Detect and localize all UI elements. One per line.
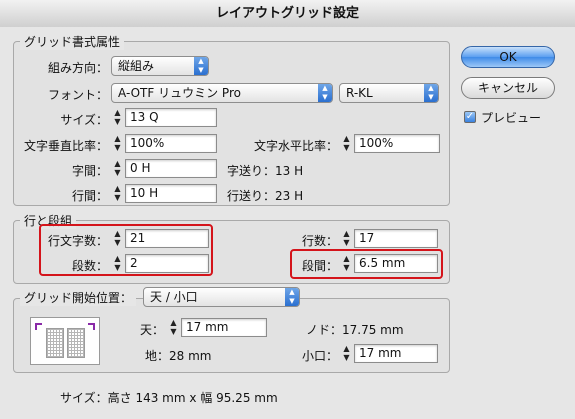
char-spacing-field[interactable]: 0 H — [125, 159, 217, 178]
preview-label: プレビュー — [481, 111, 542, 125]
koguchi-field[interactable]: 17 mm — [354, 344, 438, 363]
font-label: フォント： — [47, 88, 108, 102]
vscale-field[interactable]: 100% — [125, 134, 217, 153]
columns-field[interactable]: 2 — [125, 254, 209, 273]
size-stepper[interactable]: ▲ ▼ — [112, 109, 123, 127]
lines-stepper[interactable]: ▲ ▼ — [341, 230, 352, 248]
grid-format-legend: グリッド書式属性 — [20, 33, 125, 50]
gutter-label: 段間： — [301, 259, 338, 273]
direction-label: 組み方向： — [47, 61, 108, 75]
lines-field[interactable]: 17 — [354, 229, 438, 248]
gutter-stepper[interactable]: ▲ ▼ — [341, 255, 352, 273]
chevron-updown-icon: ▲ ▼ — [318, 84, 332, 102]
hscale-label: 文字水平比率： — [253, 139, 338, 153]
size-field[interactable]: 13 Q — [125, 108, 217, 127]
koguchi-stepper[interactable]: ▲ ▼ — [341, 345, 352, 363]
gutter-field[interactable]: 6.5 mm — [354, 254, 438, 273]
lines-label: 行数： — [301, 234, 338, 248]
ok-button[interactable]: OK — [461, 46, 555, 68]
chars-per-line-field[interactable]: 21 — [125, 229, 209, 248]
top-margin-stepper[interactable]: ▲ ▼ — [168, 319, 179, 337]
vscale-label: 文字垂直比率： — [23, 139, 108, 153]
chevron-updown-icon: ▲ ▼ — [424, 84, 438, 102]
char-advance-readout: 字送り：13 H — [227, 164, 304, 178]
hscale-stepper[interactable]: ▲ ▼ — [341, 135, 352, 153]
size-label: サイズ： — [60, 113, 108, 127]
line-spacing-stepper[interactable]: ▲ ▼ — [112, 185, 123, 203]
bottom-margin-readout: 地：28 mm — [145, 349, 212, 363]
koguchi-label: 小口： — [301, 349, 338, 363]
cancel-button[interactable]: キャンセル — [461, 77, 555, 99]
top-margin-label: 天： — [139, 323, 164, 337]
window-title: レイアウトグリッド設定 — [0, 0, 575, 28]
grid-start-select[interactable]: 天 / 小口 ▲ ▼ — [143, 287, 300, 307]
hscale-field[interactable]: 100% — [354, 134, 440, 153]
line-spacing-label: 行間： — [71, 189, 108, 203]
line-spacing-field[interactable]: 10 H — [125, 184, 217, 203]
line-advance-readout: 行送り：23 H — [227, 189, 304, 203]
chars-per-line-label: 行文字数： — [47, 234, 108, 248]
char-spacing-label: 字間： — [71, 164, 108, 178]
nodo-readout: ノド：17.75 mm — [306, 323, 404, 337]
top-margin-field[interactable]: 17 mm — [181, 318, 267, 337]
direction-select[interactable]: 縦組み ▲ ▼ — [111, 56, 209, 76]
columns-stepper[interactable]: ▲ ▼ — [112, 255, 123, 273]
char-spacing-stepper[interactable]: ▲ ▼ — [112, 160, 123, 178]
grid-preview-thumbnail — [30, 317, 100, 365]
size-summary: サイズ：高さ 143 mm x 幅 95.25 mm — [60, 391, 278, 405]
chars-per-line-stepper[interactable]: ▲ ▼ — [112, 230, 123, 248]
chevron-updown-icon: ▲ ▼ — [194, 57, 208, 75]
font-family-select[interactable]: A-OTF リュウミン Pro ▲ ▼ — [111, 83, 333, 103]
grid-start-legend: グリッド開始位置： — [20, 289, 137, 306]
dialog-body: グリッド書式属性 組み方向： 縦組み ▲ ▼ フォント： A-OTF リュウミン … — [0, 27, 575, 419]
vscale-stepper[interactable]: ▲ ▼ — [112, 135, 123, 153]
font-style-select[interactable]: R-KL ▲ ▼ — [339, 83, 439, 103]
preview-checkbox[interactable]: ✓ — [464, 111, 476, 123]
chevron-updown-icon: ▲ ▼ — [285, 288, 299, 306]
columns-label: 段数： — [71, 259, 108, 273]
